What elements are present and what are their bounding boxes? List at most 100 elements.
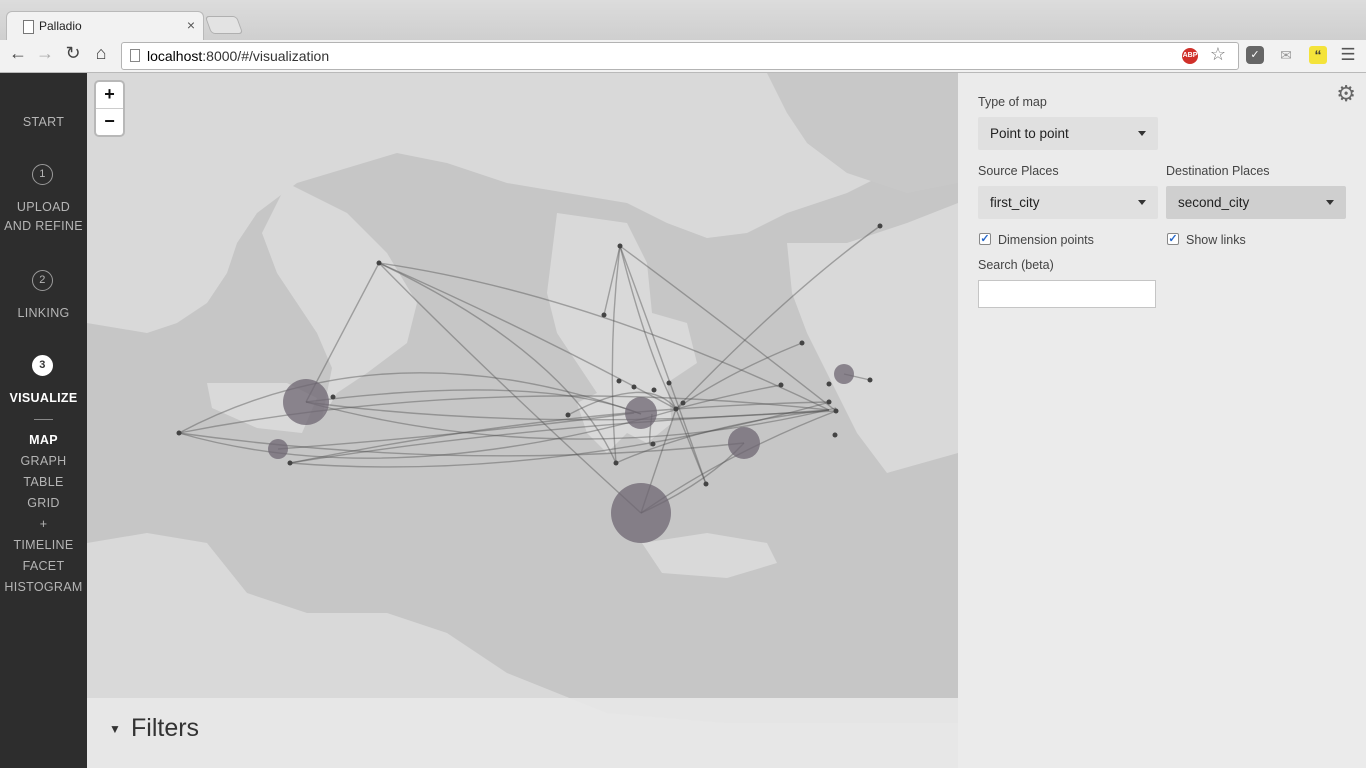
node <box>268 439 288 459</box>
filters-bar[interactable]: ▼ Filters <box>87 698 958 768</box>
back-icon[interactable]: ← <box>6 43 30 64</box>
node <box>673 406 679 412</box>
sidebar: START 1 UPLOAD AND REFINE 2 LINKING 3 VI… <box>0 73 87 768</box>
address-bar[interactable]: localhost:8000/#/visualization ABP ☆ <box>121 42 1239 70</box>
step-1-badge: 1 <box>32 164 53 185</box>
node <box>651 387 657 393</box>
sidebar-item-visualize[interactable]: VISUALIZE <box>0 391 87 405</box>
forward-icon[interactable]: → <box>33 43 57 64</box>
url-text[interactable]: localhost:8000/#/visualization <box>147 48 329 64</box>
sidebar-item-start[interactable]: START <box>0 115 87 129</box>
tab-title: Palladio <box>39 19 82 33</box>
node <box>616 378 622 384</box>
anatomia-east <box>787 203 958 473</box>
select-value: second_city <box>1178 195 1250 210</box>
view-grid[interactable]: GRID <box>0 496 87 510</box>
adblock-icon[interactable]: ABP <box>1182 48 1198 64</box>
node <box>176 430 182 436</box>
browser-tab[interactable]: Palladio × <box>6 11 204 41</box>
caret-down-icon <box>1138 131 1146 136</box>
pocket-icon[interactable]: ✓ <box>1246 46 1264 64</box>
sidebar-item-linking[interactable]: LINKING <box>0 306 87 320</box>
select-value: first_city <box>990 195 1040 210</box>
source-places-label: Source Places <box>978 164 1059 178</box>
mail-icon[interactable]: ✉ <box>1277 46 1295 64</box>
gear-icon[interactable]: ⚙ <box>1336 81 1356 107</box>
settings-panel: ⚙ Type of map Point to point Source Plac… <box>958 73 1366 768</box>
home-icon[interactable]: ⌂ <box>89 43 113 64</box>
zoom-in-button[interactable]: + <box>96 82 123 109</box>
source-places-select[interactable]: first_city <box>978 186 1158 219</box>
divider <box>34 419 53 420</box>
star-icon[interactable]: ☆ <box>1210 44 1226 65</box>
node <box>650 441 656 447</box>
search-label: Search (beta) <box>978 258 1054 272</box>
zoom-out-button[interactable]: − <box>96 109 123 135</box>
node <box>617 243 623 249</box>
node <box>611 483 671 543</box>
map-view[interactable]: + − ▼ Filters <box>87 73 958 768</box>
add-view-button[interactable]: + <box>0 517 87 531</box>
map-canvas[interactable] <box>87 73 958 768</box>
node <box>877 223 883 229</box>
page-icon <box>23 20 34 34</box>
node <box>826 381 832 387</box>
menu-icon[interactable]: ☰ <box>1339 46 1357 64</box>
filters-label[interactable]: Filters <box>131 714 199 743</box>
node <box>680 400 686 406</box>
destination-places-label: Destination Places <box>1166 164 1270 178</box>
node <box>799 340 805 346</box>
zoom-control: + − <box>96 82 123 135</box>
node <box>867 377 873 383</box>
quote-icon[interactable]: “ <box>1309 46 1327 64</box>
node <box>283 379 329 425</box>
type-of-map-select[interactable]: Point to point <box>978 117 1158 150</box>
select-value: Point to point <box>990 126 1069 141</box>
node <box>666 380 672 386</box>
node <box>287 460 293 466</box>
page-icon <box>130 49 140 62</box>
dimension-points-label: Dimension points <box>998 233 1094 247</box>
browser-tab-strip: Palladio × <box>0 0 1366 41</box>
caret-down-icon <box>1138 200 1146 205</box>
sidebar-item-label: UPLOAD <box>16 200 71 214</box>
dimension-points-checkbox[interactable]: ✓ <box>979 233 991 245</box>
view-histogram[interactable]: HISTOGRAM <box>0 580 87 594</box>
node <box>826 399 832 405</box>
node <box>832 432 838 438</box>
node <box>376 260 382 266</box>
node <box>631 384 637 390</box>
browser-toolbar: ← → ↻ ⌂ localhost:8000/#/visualization A… <box>0 40 1366 73</box>
close-icon[interactable]: × <box>187 17 195 33</box>
land-masses <box>87 73 958 768</box>
destination-places-select[interactable]: second_city <box>1166 186 1346 219</box>
caret-down-icon <box>1326 200 1334 205</box>
show-links-label: Show links <box>1186 233 1246 247</box>
node <box>330 394 336 400</box>
node <box>728 427 760 459</box>
reload-icon[interactable]: ↻ <box>61 43 85 64</box>
view-graph[interactable]: GRAPH <box>0 454 87 468</box>
node <box>833 408 839 414</box>
node <box>778 382 784 388</box>
view-timeline[interactable]: TIMELINE <box>0 538 87 552</box>
show-links-checkbox[interactable]: ✓ <box>1167 233 1179 245</box>
sidebar-item-upload[interactable]: UPLOAD AND REFINE <box>0 200 87 233</box>
node <box>565 412 571 418</box>
node <box>601 312 607 318</box>
node <box>625 397 657 429</box>
italy-peninsula <box>262 183 417 418</box>
node <box>613 460 619 466</box>
search-input[interactable] <box>978 280 1156 308</box>
new-tab-button[interactable] <box>204 16 244 34</box>
step-2-badge: 2 <box>32 270 53 291</box>
sidebar-item-label: AND REFINE <box>4 219 83 233</box>
type-of-map-label: Type of map <box>978 95 1047 109</box>
crete <box>642 533 777 578</box>
node <box>703 481 709 487</box>
view-map[interactable]: MAP <box>0 433 87 447</box>
view-facet[interactable]: FACET <box>0 559 87 573</box>
funnel-icon[interactable]: ▼ <box>109 722 121 736</box>
view-table[interactable]: TABLE <box>0 475 87 489</box>
node <box>834 364 854 384</box>
